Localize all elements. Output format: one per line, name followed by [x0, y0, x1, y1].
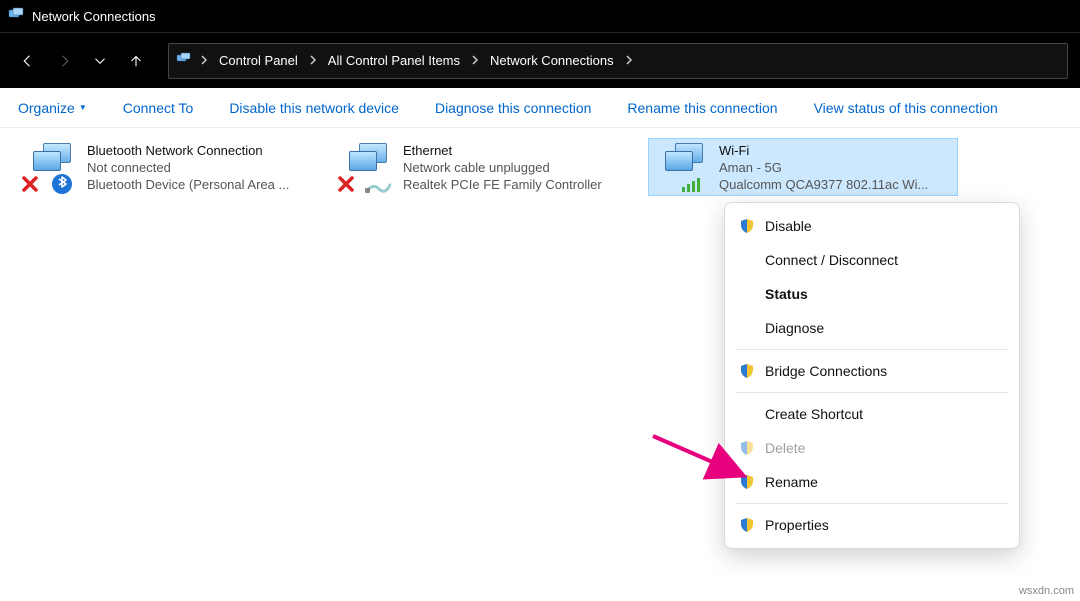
ctx-delete: Delete [725, 431, 1019, 465]
chevron-right-icon[interactable] [468, 53, 482, 68]
connection-item-wifi[interactable]: Wi-Fi Aman - 5G Qualcomm QCA9377 802.11a… [648, 138, 958, 196]
connection-item-bluetooth[interactable]: Bluetooth Network Connection Not connect… [16, 138, 326, 196]
ctx-bridge[interactable]: Bridge Connections [725, 354, 1019, 388]
watermark: wsxdn.com [1019, 585, 1074, 597]
connection-device: Realtek PCIe FE Family Controller [403, 176, 637, 193]
forward-button[interactable] [48, 45, 80, 77]
connection-status: Not connected [87, 159, 321, 176]
breadcrumb-all-items[interactable]: All Control Panel Items [324, 51, 464, 70]
shield-icon [739, 517, 755, 533]
error-x-icon [337, 175, 355, 193]
back-button[interactable] [12, 45, 44, 77]
ctx-create-shortcut[interactable]: Create Shortcut [725, 397, 1019, 431]
organize-button[interactable]: Organize▼ [18, 100, 87, 116]
connection-status: Network cable unplugged [403, 159, 637, 176]
shield-icon [739, 218, 755, 234]
up-button[interactable] [120, 45, 152, 77]
adapter-icon [653, 141, 711, 193]
connection-name: Ethernet [403, 142, 637, 159]
ctx-properties[interactable]: Properties [725, 508, 1019, 542]
context-menu: Disable Connect / Disconnect Status Diag… [724, 202, 1020, 549]
menu-separator [735, 503, 1009, 504]
app-icon [8, 7, 24, 26]
shield-icon [739, 474, 755, 490]
bluetooth-icon [51, 173, 73, 195]
breadcrumb-network-connections[interactable]: Network Connections [486, 51, 618, 70]
wifi-signal-icon [681, 175, 703, 193]
connections-list: Bluetooth Network Connection Not connect… [0, 128, 1080, 206]
dropdown-icon: ▼ [79, 103, 87, 112]
view-status-button[interactable]: View status of this connection [814, 100, 998, 116]
connection-status: Aman - 5G [719, 159, 953, 176]
ctx-status[interactable]: Status [725, 277, 1019, 311]
shield-icon [739, 440, 755, 456]
connection-name: Bluetooth Network Connection [87, 142, 321, 159]
connection-device: Bluetooth Device (Personal Area ... [87, 176, 321, 193]
nav-bar: Control Panel All Control Panel Items Ne… [0, 32, 1080, 88]
adapter-icon [337, 141, 395, 193]
connection-item-ethernet[interactable]: Ethernet Network cable unplugged Realtek… [332, 138, 642, 196]
ctx-disable[interactable]: Disable [725, 209, 1019, 243]
chevron-right-icon[interactable] [622, 53, 636, 68]
breadcrumb-control-panel[interactable]: Control Panel [215, 51, 302, 70]
ctx-diagnose[interactable]: Diagnose [725, 311, 1019, 345]
location-icon [175, 50, 193, 71]
command-bar: Organize▼ Connect To Disable this networ… [0, 88, 1080, 128]
adapter-icon [21, 141, 79, 193]
window-title: Network Connections [32, 9, 156, 24]
error-x-icon [21, 175, 39, 193]
chevron-right-icon[interactable] [306, 53, 320, 68]
rename-button[interactable]: Rename this connection [627, 100, 777, 116]
connect-to-button[interactable]: Connect To [123, 100, 194, 116]
chevron-right-icon[interactable] [197, 53, 211, 68]
connection-name: Wi-Fi [719, 142, 953, 159]
recent-dropdown[interactable] [84, 45, 116, 77]
shield-icon [739, 363, 755, 379]
menu-separator [735, 349, 1009, 350]
disable-device-button[interactable]: Disable this network device [229, 100, 399, 116]
title-bar: Network Connections [0, 0, 1080, 32]
address-bar[interactable]: Control Panel All Control Panel Items Ne… [168, 43, 1068, 79]
ctx-rename[interactable]: Rename [725, 465, 1019, 499]
cable-icon [365, 181, 391, 195]
ctx-connect-disconnect[interactable]: Connect / Disconnect [725, 243, 1019, 277]
diagnose-button[interactable]: Diagnose this connection [435, 100, 591, 116]
connection-device: Qualcomm QCA9377 802.11ac Wi... [719, 176, 953, 193]
menu-separator [735, 392, 1009, 393]
